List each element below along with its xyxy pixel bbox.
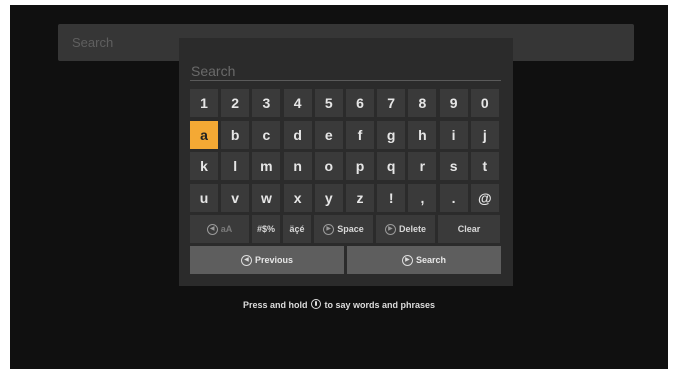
- delete-key-label: Delete: [398, 224, 426, 234]
- case-toggle-key-label: aA: [220, 224, 233, 234]
- voice-hint-suffix: to say words and phrases: [324, 300, 436, 310]
- key-n[interactable]: n: [283, 152, 312, 180]
- search-bar-placeholder: Search: [72, 35, 114, 50]
- key-v[interactable]: v: [221, 183, 250, 212]
- case-toggle-key[interactable]: ◀ aA: [190, 215, 249, 243]
- key-h[interactable]: h: [408, 120, 437, 149]
- key-l[interactable]: l: [221, 152, 250, 180]
- clear-key-label: Clear: [457, 224, 481, 234]
- key-.[interactable]: .: [439, 183, 468, 212]
- key-z[interactable]: z: [346, 183, 374, 212]
- key-s[interactable]: s: [439, 152, 468, 180]
- key-6[interactable]: 6: [346, 89, 374, 117]
- key-9[interactable]: 9: [439, 89, 468, 117]
- symbols-key[interactable]: #$%: [252, 215, 280, 243]
- voice-hint: Press and hold to say words and phrases: [10, 299, 668, 310]
- keyboard-overlay: Search 1234567890 abcdefghij klmnopqrst uvw…: [179, 38, 513, 286]
- keyboard-search-field[interactable]: Search: [190, 60, 501, 81]
- search-button[interactable]: ▶ Search: [347, 246, 501, 274]
- clear-key[interactable]: Clear: [438, 215, 500, 243]
- previous-button-label: Previous: [254, 255, 294, 265]
- key-f[interactable]: f: [346, 120, 374, 149]
- key-q[interactable]: q: [377, 152, 406, 180]
- accents-key-label: äçé: [289, 224, 305, 234]
- symbols-key-label: #$%: [256, 224, 275, 234]
- accents-key[interactable]: äçé: [283, 215, 311, 243]
- rewind-button-icon: ◀: [206, 223, 218, 235]
- search-button-label: Search: [415, 255, 447, 265]
- play-pause-button-icon: ▶: [401, 254, 413, 266]
- delete-key[interactable]: ▶ Delete: [376, 215, 435, 243]
- rewind-button-icon: ◀: [240, 254, 252, 266]
- key-o[interactable]: o: [314, 152, 343, 180]
- keyboard-search-placeholder: Search: [191, 63, 236, 79]
- key-1[interactable]: 1: [190, 89, 218, 117]
- key-g[interactable]: g: [377, 120, 406, 149]
- key-u[interactable]: u: [190, 183, 218, 212]
- key-k[interactable]: k: [190, 152, 218, 180]
- key-x[interactable]: x: [283, 183, 312, 212]
- key-8[interactable]: 8: [408, 89, 437, 117]
- key-2[interactable]: 2: [221, 89, 250, 117]
- play-pause-button-icon: ▶: [323, 223, 335, 235]
- key-d[interactable]: d: [283, 120, 312, 149]
- key-b[interactable]: b: [221, 120, 250, 149]
- key-e[interactable]: e: [314, 120, 343, 149]
- key-7[interactable]: 7: [377, 89, 406, 117]
- play-pause-button-icon: ▶: [384, 223, 396, 235]
- key-w[interactable]: w: [252, 183, 281, 212]
- microphone-icon: [310, 299, 321, 309]
- key-@[interactable]: @: [470, 183, 499, 212]
- key-r[interactable]: r: [408, 152, 437, 180]
- key-![interactable]: !: [377, 183, 406, 212]
- key-t[interactable]: t: [470, 152, 499, 180]
- space-key-label: Space: [337, 224, 364, 234]
- voice-hint-prefix: Press and hold: [242, 300, 308, 310]
- key-i[interactable]: i: [439, 120, 468, 149]
- key-p[interactable]: p: [346, 152, 374, 180]
- key-0[interactable]: 0: [470, 89, 499, 117]
- key-3[interactable]: 3: [252, 89, 281, 117]
- key-c[interactable]: c: [252, 120, 281, 149]
- key-y[interactable]: y: [314, 183, 343, 212]
- key-,[interactable]: ,: [408, 183, 437, 212]
- space-key[interactable]: ▶ Space: [314, 215, 373, 243]
- tv-screen: Search Search 1234567890 abcdefghij klmnop…: [10, 5, 668, 369]
- key-4[interactable]: 4: [283, 89, 312, 117]
- previous-button[interactable]: ◀ Previous: [190, 246, 344, 274]
- key-5[interactable]: 5: [314, 89, 343, 117]
- key-a[interactable]: a: [190, 120, 218, 149]
- key-m[interactable]: m: [252, 152, 281, 180]
- key-j[interactable]: j: [470, 120, 499, 149]
